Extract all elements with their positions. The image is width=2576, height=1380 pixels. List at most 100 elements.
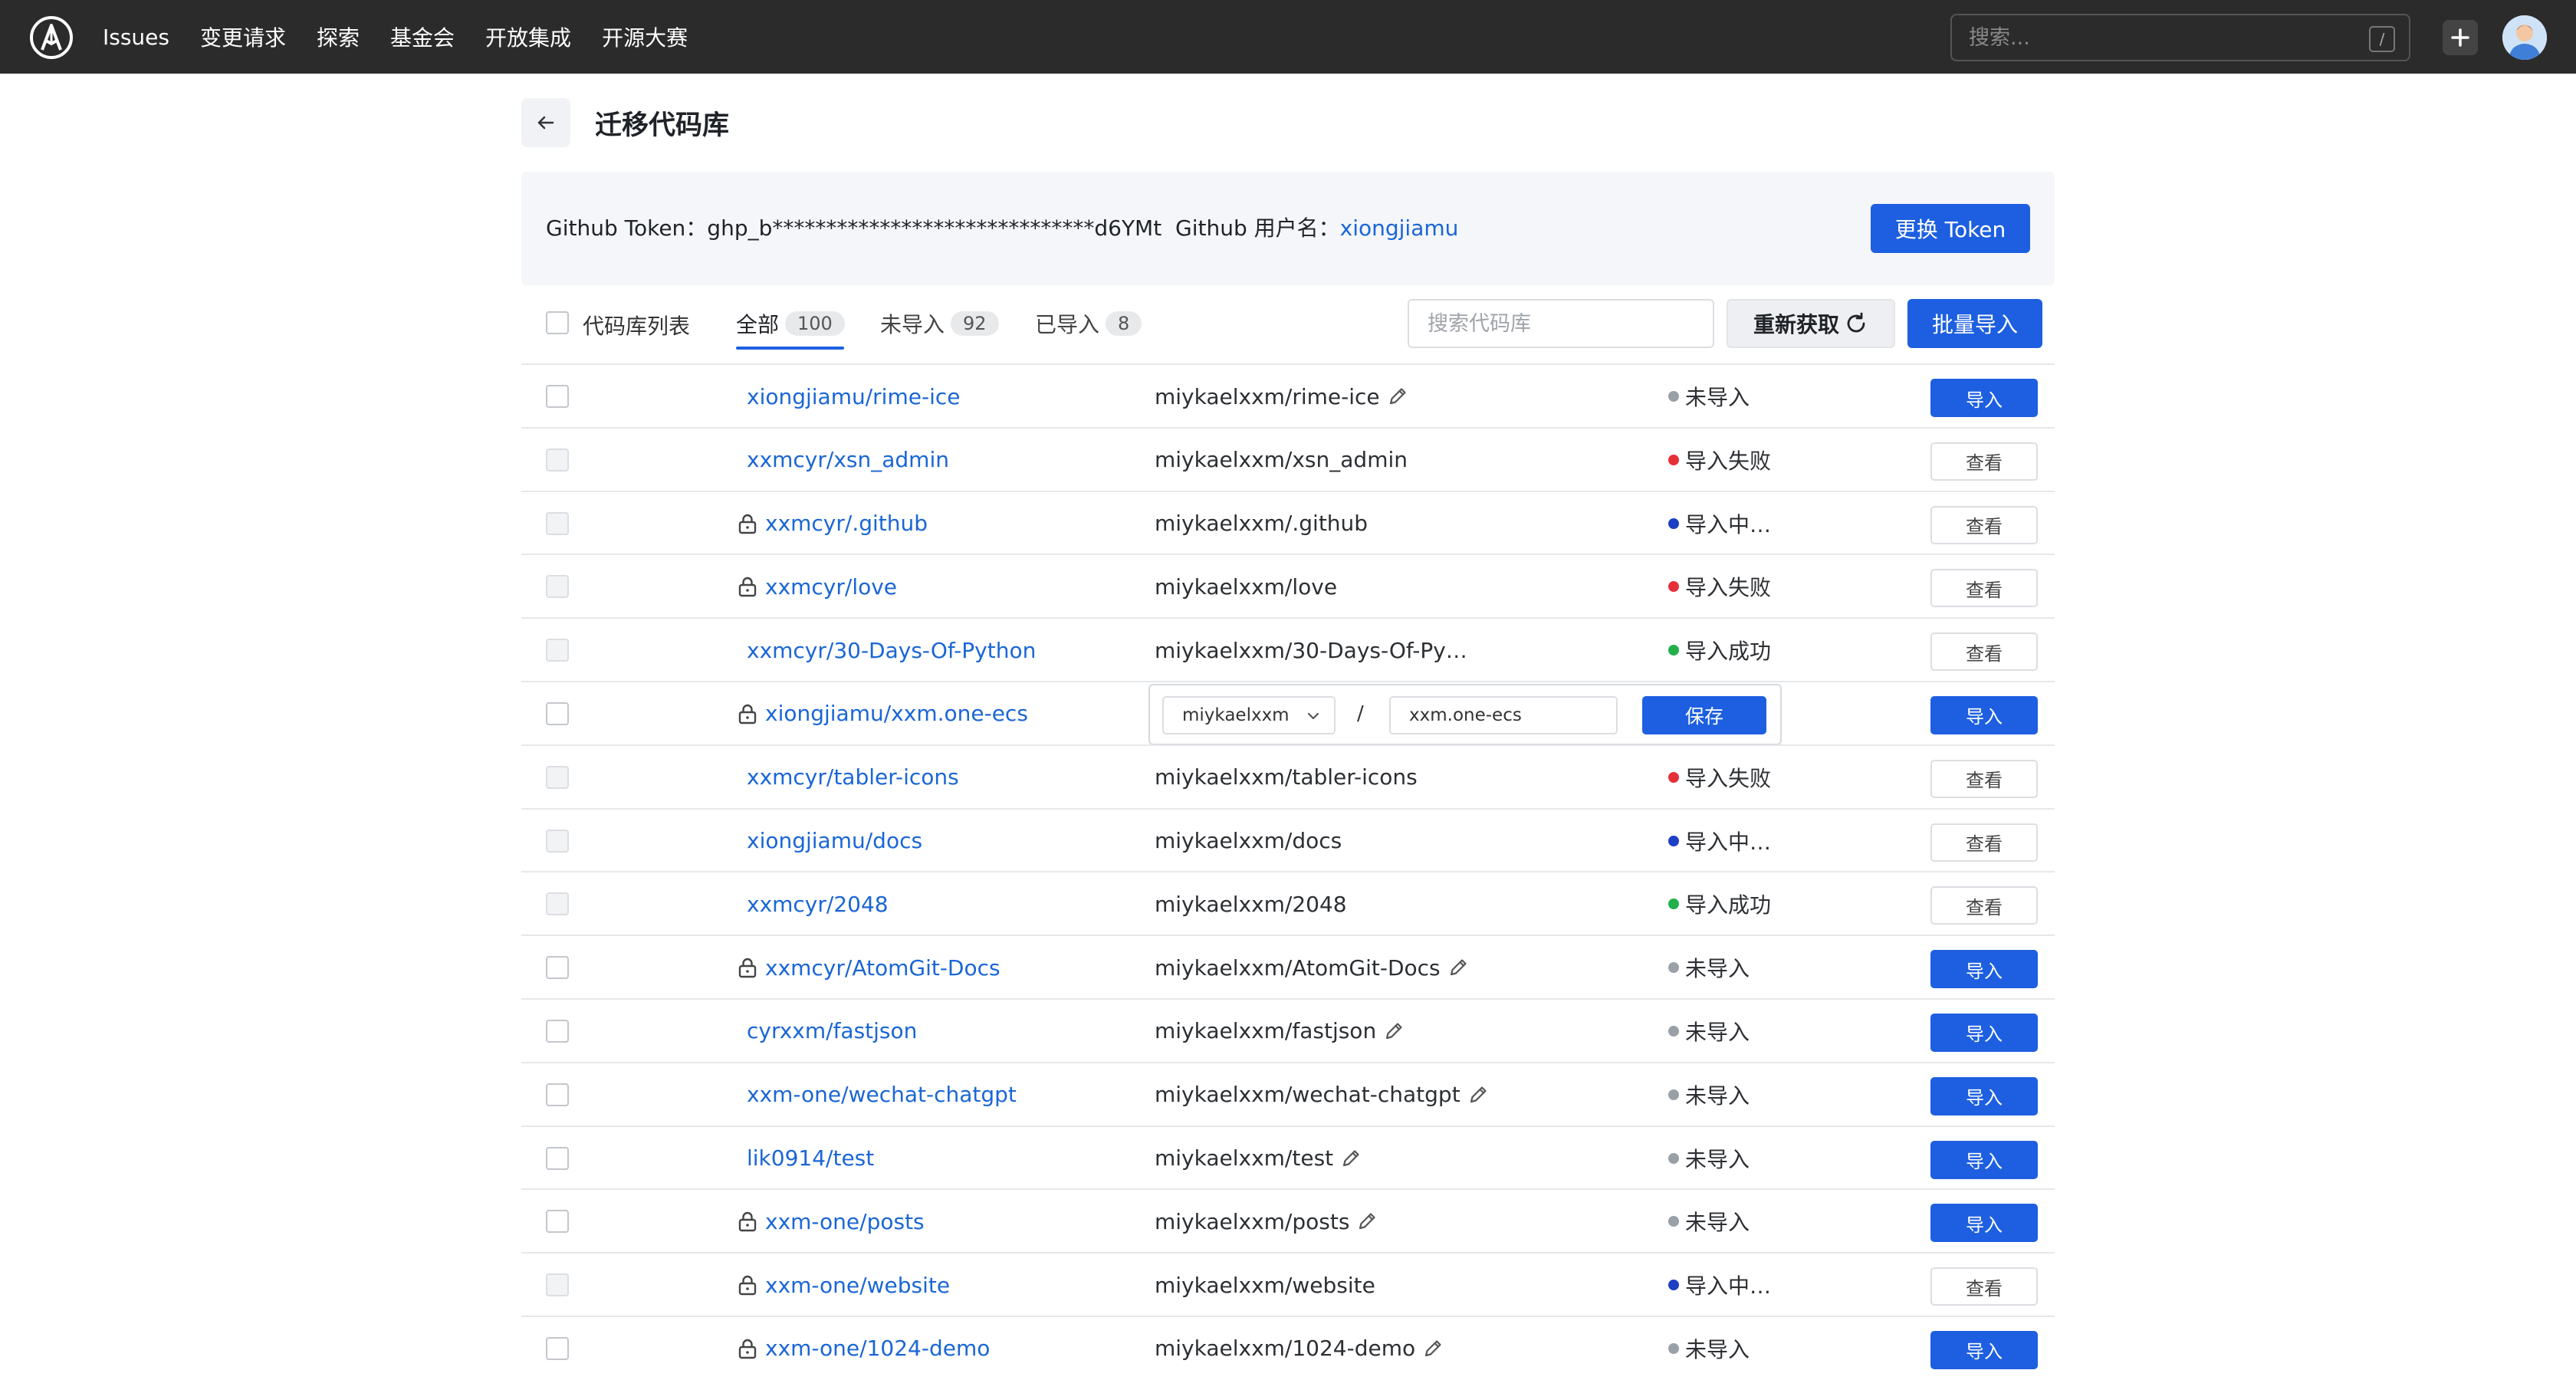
source-repo-link[interactable]: xxmcyr/AtomGit-Docs [738, 936, 1001, 999]
import-button[interactable]: 导入 [1930, 1076, 2038, 1116]
view-button[interactable]: 查看 [1930, 886, 2038, 925]
nav-item-explore[interactable]: 探索 [317, 21, 360, 52]
source-repo-name: xxmcyr/xsn_admin [747, 447, 949, 473]
token-label: Github Token： [546, 215, 708, 241]
tab-not-imported-label: 未导入 [880, 312, 945, 337]
namespace-value: miykaelxxm [1182, 705, 1290, 725]
edit-pencil-icon[interactable] [1467, 1083, 1490, 1106]
source-repo-name: xxmcyr/30-Days-Of-Python [747, 637, 1037, 663]
target-repo-name: miykaelxxm/love [1155, 573, 1338, 600]
row-checkbox[interactable] [546, 1146, 569, 1170]
table-row: xxmcyr/.github miykaelxxm/.github 导入中… 查看 [521, 490, 2055, 555]
row-checkbox[interactable] [546, 1336, 569, 1360]
back-button[interactable] [521, 98, 570, 147]
row-checkbox[interactable] [546, 1019, 569, 1043]
target-repo-name: miykaelxxm/wechat-chatgpt [1155, 1082, 1460, 1108]
target-repo-name: miykaelxxm/website [1155, 1272, 1375, 1298]
batch-import-button[interactable]: 批量导入 [1907, 299, 2042, 348]
source-repo-link[interactable]: xxm-one/1024-demo [738, 1317, 990, 1380]
source-repo-link[interactable]: xxmcyr/tabler-icons [747, 746, 959, 809]
view-button[interactable]: 查看 [1930, 569, 2038, 608]
table-row: xiongjiamu/docs miykaelxxm/docs 导入中… 查看 [521, 807, 2055, 872]
tab-not-imported[interactable]: 未导入 92 [880, 308, 999, 339]
create-new-button[interactable] [2443, 20, 2478, 55]
target-repo-name: miykaelxxm/test [1155, 1145, 1334, 1171]
source-repo-link[interactable]: xxm-one/posts [738, 1190, 925, 1253]
source-repo-name: xiongjiamu/docs [747, 828, 923, 854]
change-token-button[interactable]: 更换 Token [1871, 204, 2030, 253]
source-repo-link[interactable]: lik0914/test [747, 1127, 874, 1190]
source-repo-link[interactable]: xiongjiamu/docs [747, 810, 922, 872]
import-button[interactable]: 导入 [1930, 950, 2038, 989]
row-checkbox[interactable] [546, 385, 569, 408]
tab-imported[interactable]: 已导入 8 [1035, 308, 1142, 339]
source-repo-link[interactable]: xxmcyr/2048 [747, 872, 889, 935]
import-button[interactable]: 导入 [1930, 695, 2038, 734]
username-label: Github 用户名： [1175, 215, 1340, 241]
import-button[interactable]: 导入 [1930, 1140, 2038, 1179]
nav-item-open-integration[interactable]: 开放集成 [485, 21, 571, 52]
nav-item-foundation[interactable]: 基金会 [390, 21, 455, 52]
nav-item-issues[interactable]: Issues [103, 25, 169, 50]
namespace-select[interactable]: miykaelxxm [1162, 695, 1336, 734]
edit-pencil-icon[interactable] [1382, 1020, 1405, 1043]
row-checkbox [546, 765, 569, 789]
source-repo-link[interactable]: xxm-one/wechat-chatgpt [747, 1063, 1017, 1126]
nav-item-change-requests[interactable]: 变更请求 [200, 21, 286, 52]
source-repo-link[interactable]: xxm-one/website [738, 1254, 950, 1316]
view-button[interactable]: 查看 [1930, 632, 2038, 672]
source-repo-link[interactable]: xxmcyr/.github [738, 492, 928, 555]
edit-pencil-icon[interactable] [1421, 1337, 1444, 1360]
global-search-input[interactable] [1969, 25, 2337, 50]
lock-icon [738, 577, 757, 597]
global-search[interactable]: / [1950, 14, 2410, 61]
tab-all[interactable]: 全部 100 [736, 308, 845, 339]
status-text: 导入成功 [1685, 892, 1772, 918]
view-button[interactable]: 查看 [1930, 823, 2038, 862]
source-repo-link[interactable]: xiongjiamu/xxm.one-ecs [738, 682, 1028, 745]
source-repo-name: xxmcyr/AtomGit-Docs [765, 955, 1001, 981]
table-row: xiongjiamu/xxm.one-ecs miykaelxxm / 保存 导入 [521, 680, 2055, 745]
view-button[interactable]: 查看 [1930, 1267, 2038, 1306]
status-text: 未导入 [1685, 1336, 1750, 1362]
source-repo-link[interactable]: xiongjiamu/rime-ice [747, 365, 960, 428]
source-repo-name: xxm-one/posts [765, 1208, 925, 1234]
repo-search-input[interactable] [1408, 299, 1714, 348]
source-repo-link[interactable]: xxmcyr/love [738, 555, 897, 618]
status-dot [1668, 518, 1679, 529]
view-button[interactable]: 查看 [1930, 442, 2038, 481]
view-button[interactable]: 查看 [1930, 505, 2038, 544]
row-checkbox[interactable] [546, 956, 569, 980]
row-checkbox[interactable] [546, 702, 569, 725]
save-button[interactable]: 保存 [1642, 695, 1766, 734]
github-username-link[interactable]: xiongjiamu [1340, 215, 1459, 241]
import-button[interactable]: 导入 [1930, 1330, 2038, 1369]
row-checkbox[interactable] [546, 1210, 569, 1234]
import-button[interactable]: 导入 [1930, 1013, 2038, 1052]
refetch-button[interactable]: 重新获取 [1727, 299, 1895, 348]
target-repo-name: miykaelxxm/1024-demo [1155, 1336, 1416, 1362]
view-button[interactable]: 查看 [1930, 759, 2038, 798]
edit-pencil-icon[interactable] [1447, 956, 1470, 979]
edit-pencil-icon[interactable] [1339, 1147, 1362, 1170]
repo-filter-bar: 代码库列表 全部 100 未导入 92 已导入 8 重新获取 批量导入 [521, 299, 2055, 363]
source-repo-link[interactable]: xxmcyr/xsn_admin [747, 429, 949, 491]
import-button[interactable]: 导入 [1930, 379, 2038, 417]
target-repo-name: miykaelxxm/rime-ice [1155, 383, 1380, 409]
target-repo: miykaelxxm/1024-demo [1155, 1317, 1444, 1380]
target-repo-name-input[interactable] [1389, 695, 1618, 734]
source-repo-link[interactable]: xxmcyr/30-Days-Of-Python [747, 619, 1036, 682]
source-repo-name: xxm-one/wechat-chatgpt [747, 1082, 1017, 1108]
select-all-checkbox[interactable] [546, 311, 569, 334]
source-repo-link[interactable]: cyrxxm/fastjson [747, 1000, 917, 1063]
row-checkbox[interactable] [546, 1083, 569, 1106]
edit-pencil-icon[interactable] [1355, 1210, 1378, 1233]
refetch-button-label: 重新获取 [1753, 312, 1839, 337]
nav-item-open-source-contest[interactable]: 开源大赛 [602, 21, 688, 52]
atomgit-logo-icon[interactable] [29, 15, 74, 60]
edit-pencil-icon[interactable] [1386, 385, 1409, 408]
import-button[interactable]: 导入 [1930, 1204, 2038, 1243]
tab-imported-count: 8 [1106, 311, 1142, 336]
status-badge: 未导入 [1668, 936, 1750, 999]
user-avatar[interactable] [2502, 15, 2547, 60]
